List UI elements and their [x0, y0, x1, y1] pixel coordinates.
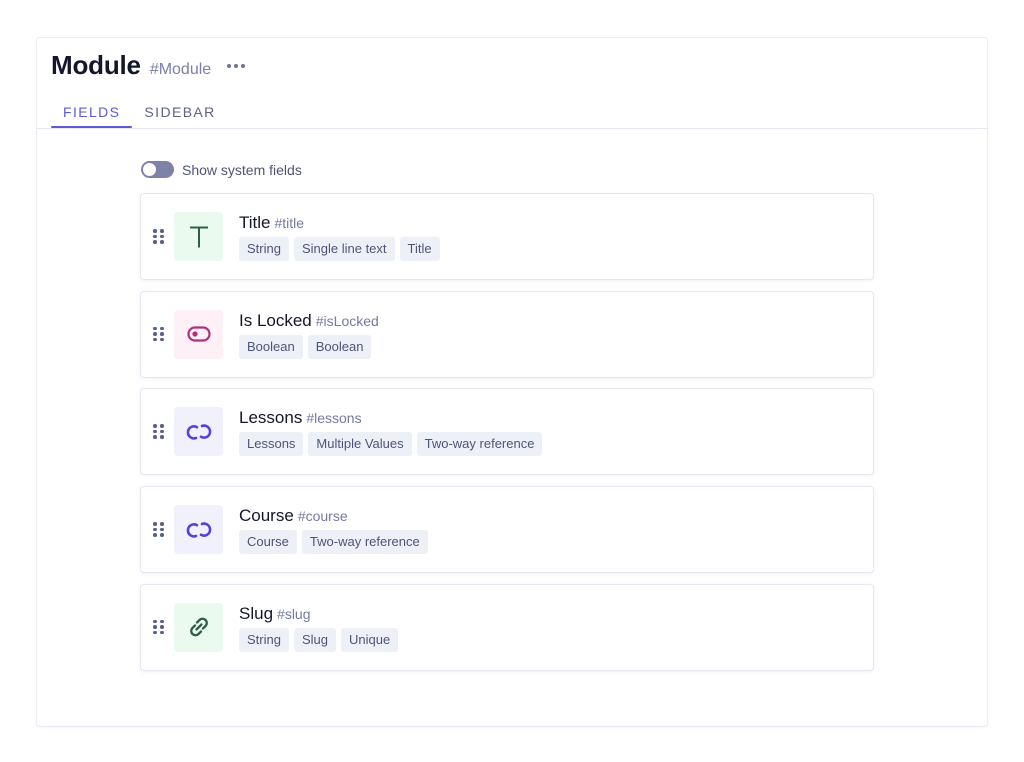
field-tag: Boolean: [239, 334, 303, 359]
field-api-id: #isLocked: [315, 312, 379, 329]
field-api-id: #lessons: [306, 410, 362, 427]
field-name: Title: [239, 213, 271, 232]
text-icon: [174, 212, 223, 261]
system-fields-label: Show system fields: [182, 161, 302, 178]
toggle-icon: [174, 309, 223, 359]
reference-icon: [174, 407, 223, 457]
drag-dot: [160, 429, 164, 434]
drag-dot: [153, 435, 157, 439]
field-tag: Boolean: [307, 334, 372, 359]
tab-sidebar[interactable]: SIDEBAR: [132, 100, 227, 128]
drag-dot: [153, 229, 157, 233]
field-name: Lessons: [239, 408, 303, 428]
system-fields-toggle-row: Show system fields: [141, 161, 302, 178]
drag-dot: [160, 332, 164, 336]
drag-dot: [160, 630, 164, 635]
field-card-course[interactable]: Course #course Course Two-way reference: [141, 487, 873, 573]
field-tag: Title: [399, 237, 440, 261]
drag-dot: [160, 619, 164, 624]
drag-dot: [153, 429, 157, 434]
drag-dot: [160, 435, 164, 439]
field-name: Is Locked: [239, 310, 312, 330]
field-tag: Course: [239, 530, 297, 555]
field-api-id: #title: [274, 215, 305, 231]
drag-handle-icon[interactable]: [153, 619, 164, 635]
tabs-divider: [37, 128, 987, 129]
drag-dot: [160, 527, 164, 532]
drag-dot: [153, 326, 157, 331]
field-tag: Unique: [341, 627, 399, 652]
dot: [241, 64, 246, 68]
drag-handle-icon[interactable]: [153, 424, 164, 439]
field-tag: Slug: [293, 627, 336, 652]
model-api-id: #Module: [149, 61, 212, 78]
dot: [234, 64, 239, 68]
field-name: Course: [239, 506, 294, 526]
drag-dot: [160, 424, 164, 428]
field-list: Title #title String Single line text Tit…: [141, 194, 873, 682]
drag-dot: [153, 337, 157, 342]
drag-dot: [160, 533, 164, 537]
field-name: Slug: [239, 603, 274, 623]
drag-dot: [153, 527, 157, 532]
drag-dot: [153, 625, 157, 629]
drag-dot: [160, 240, 164, 244]
drag-dot: [160, 625, 164, 629]
field-api-id: #course: [297, 508, 348, 525]
field-tag: Lessons: [239, 432, 304, 457]
drag-dot: [153, 630, 157, 635]
tab-fields[interactable]: FIELDS: [51, 100, 133, 128]
field-card-title[interactable]: Title #title String Single line text Tit…: [141, 194, 873, 279]
model-header: Module #Module: [51, 50, 246, 81]
system-fields-toggle[interactable]: [141, 161, 174, 178]
more-options-button[interactable]: [227, 64, 246, 68]
field-tag: Two-way reference: [301, 530, 428, 555]
drag-handle-icon[interactable]: [153, 229, 164, 244]
field-card-is-locked[interactable]: Is Locked #isLocked Boolean Boolean: [141, 291, 873, 377]
dot: [227, 64, 232, 68]
drag-dot: [160, 229, 164, 233]
drag-dot: [153, 240, 157, 244]
drag-dot: [153, 533, 157, 537]
drag-dot: [153, 332, 157, 336]
field-card-lessons[interactable]: Lessons #lessons Lessons Multiple Values…: [141, 389, 873, 475]
toggle-knob: [143, 163, 156, 176]
drag-handle-icon[interactable]: [153, 326, 164, 342]
drag-dot: [160, 522, 164, 526]
drag-dot: [160, 326, 164, 331]
drag-handle-icon[interactable]: [153, 522, 164, 537]
drag-dot: [153, 424, 157, 428]
field-tag: String: [239, 237, 289, 261]
drag-dot: [153, 234, 157, 238]
field-card-slug[interactable]: Slug #slug String Slug Unique: [141, 584, 873, 670]
tab-bar: FIELDS SIDEBAR: [51, 100, 228, 128]
drag-dot: [153, 619, 157, 624]
drag-dot: [160, 337, 164, 342]
drag-dot: [153, 522, 157, 526]
drag-dot: [160, 234, 164, 238]
field-tag: Two-way reference: [416, 432, 543, 457]
field-tag: Single line text: [293, 237, 395, 261]
reference-icon: [174, 505, 223, 555]
link-icon: [174, 602, 223, 652]
field-api-id: #slug: [277, 605, 311, 622]
schema-panel: Module #Module FIELDS SIDEBAR Show syste…: [37, 38, 987, 726]
field-tag: String: [239, 627, 289, 652]
field-tag: Multiple Values: [308, 432, 412, 457]
page-title: Module: [51, 50, 141, 80]
